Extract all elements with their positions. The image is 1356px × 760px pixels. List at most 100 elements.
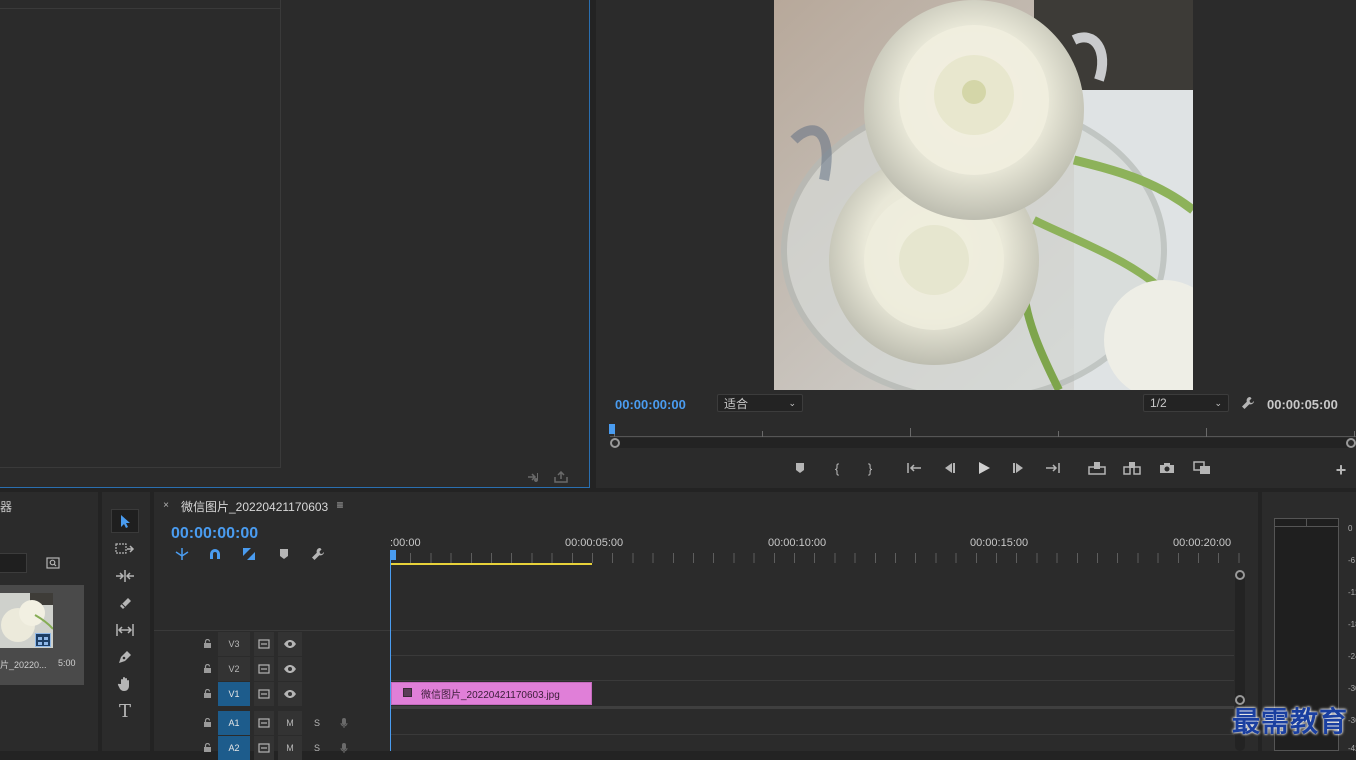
extract-icon[interactable] (1121, 459, 1143, 477)
track-select-tool-icon[interactable] (113, 538, 137, 560)
bin-search-icon[interactable] (44, 555, 62, 571)
ruler-label-0: :00:00 (390, 537, 421, 549)
meter-label: -30 (1348, 684, 1356, 693)
ruler-label-15: 00:00:15:00 (970, 537, 1029, 549)
eye-icon[interactable] (278, 657, 302, 681)
source-top-line (0, 8, 281, 9)
go-to-in-icon[interactable] (904, 459, 924, 477)
track-target-v3[interactable]: V3 (218, 632, 250, 656)
sync-lock-icon[interactable] (254, 711, 274, 735)
sync-lock-icon[interactable] (254, 657, 274, 681)
wrench-icon[interactable] (1239, 394, 1257, 412)
lift-icon[interactable] (1086, 459, 1108, 477)
close-icon[interactable]: × (160, 499, 172, 511)
track-target-v2[interactable]: V2 (218, 657, 250, 681)
resolution-value: 1/2 (1150, 396, 1167, 410)
program-playhead[interactable] (609, 424, 615, 434)
lock-icon[interactable] (200, 632, 214, 656)
lock-icon[interactable] (200, 711, 214, 735)
camera-icon[interactable] (1157, 459, 1177, 477)
scroll-handle-top[interactable] (1235, 570, 1245, 580)
lane-line-a1 (391, 734, 1234, 735)
project-search-input[interactable] (0, 553, 27, 573)
add-button-icon[interactable]: + (1332, 460, 1350, 480)
hand-tool-icon[interactable] (113, 673, 137, 695)
lane-line-v3 (391, 630, 1234, 631)
lock-icon[interactable] (200, 657, 214, 681)
sync-lock-icon[interactable] (254, 682, 274, 706)
go-to-out-icon[interactable] (1043, 459, 1063, 477)
meter-peak-left (1275, 519, 1307, 527)
sync-lock-icon[interactable] (254, 736, 274, 760)
compare-view-icon[interactable] (1191, 459, 1213, 477)
eye-icon[interactable] (278, 632, 302, 656)
type-tool-icon[interactable]: T (113, 700, 137, 722)
meter-label: -6 (1348, 556, 1356, 565)
solo-button[interactable]: S (306, 711, 328, 735)
zoom-handle-left[interactable] (610, 438, 620, 448)
microphone-icon[interactable] (334, 711, 354, 735)
lane-line-v1 (391, 680, 1234, 681)
ripple-edit-tool-icon[interactable] (113, 565, 137, 587)
meter-label: -18 (1348, 620, 1356, 629)
mark-out-icon[interactable]: } (861, 459, 879, 477)
meter-label: -24 (1348, 652, 1356, 661)
still-image-badge-icon (35, 633, 51, 647)
mute-button[interactable]: M (278, 711, 302, 735)
zoom-scrollbar[interactable] (610, 438, 1356, 448)
ruler-label-5: 00:00:05:00 (565, 537, 624, 549)
track-target-v1[interactable]: V1 (218, 682, 250, 706)
in-out-range-bar[interactable] (390, 563, 592, 565)
source-panel (0, 0, 590, 488)
timeline-panel: × 微信图片_20220421170603 ≡ 00:00:00:00 :00:… (154, 492, 1258, 760)
video-audio-divider (391, 706, 1234, 709)
razor-tool-icon[interactable] (113, 592, 137, 614)
timeline-settings-wrench-icon[interactable] (310, 546, 326, 562)
meter-label: -12 (1348, 588, 1356, 597)
resolution-dropdown[interactable]: 1/2 ⌄ (1143, 394, 1229, 412)
eye-icon[interactable] (278, 682, 302, 706)
timeline-ruler[interactable]: :00:00 00:00:05:00 00:00:10:00 00:00:15:… (390, 532, 1258, 566)
snap-magnet-icon[interactable] (207, 546, 223, 562)
track-content-area[interactable]: 微信图片_20220421170603.jpg (391, 570, 1234, 751)
timeline-current-time[interactable]: 00:00:00:00 (171, 525, 258, 543)
track-target-a1[interactable]: A1 (218, 711, 250, 735)
timeline-marker-icon[interactable] (276, 546, 292, 562)
mark-in-icon[interactable]: { (828, 459, 846, 477)
export-icon[interactable] (552, 470, 570, 484)
solo-button[interactable]: S (306, 736, 328, 760)
fit-value: 适合 (724, 396, 749, 411)
mute-button[interactable]: M (278, 736, 302, 760)
ruler-label-10: 00:00:10:00 (768, 537, 827, 549)
selection-tool-icon[interactable] (111, 509, 139, 533)
step-back-icon[interactable] (940, 459, 958, 477)
zoom-handle-right[interactable] (1346, 438, 1356, 448)
pen-tool-icon[interactable] (113, 646, 137, 668)
program-current-time[interactable]: 00:00:00:00 (615, 397, 686, 412)
add-marker-icon[interactable] (791, 459, 809, 477)
program-duration: 00:00:05:00 (1267, 397, 1338, 412)
insert-overwrite-icon[interactable] (174, 546, 190, 562)
track-target-a2[interactable]: A2 (218, 736, 250, 760)
microphone-icon[interactable] (334, 736, 354, 760)
fit-dropdown[interactable]: 适合 ⌄ (717, 394, 803, 412)
clip-name: 片_20220... (0, 660, 47, 670)
ruler-ticks (390, 553, 1258, 563)
project-clip-item[interactable]: 片_20220... 5:00 (0, 585, 84, 685)
panel-menu-icon[interactable]: ≡ (334, 498, 346, 512)
linked-selection-icon[interactable] (241, 546, 257, 562)
lock-icon[interactable] (200, 682, 214, 706)
program-mini-ruler[interactable] (609, 422, 1356, 438)
track-header-divider (154, 630, 390, 631)
play-icon[interactable] (974, 458, 994, 478)
lock-icon[interactable] (200, 736, 214, 760)
step-forward-icon[interactable] (1010, 459, 1028, 477)
sequence-tab-title[interactable]: 微信图片_20220421170603 (181, 498, 328, 515)
timeline-clip[interactable]: 微信图片_20220421170603.jpg (391, 682, 592, 705)
fx-badge-icon (403, 688, 412, 697)
slip-tool-icon[interactable] (113, 619, 137, 641)
insert-audio-icon[interactable] (526, 470, 544, 484)
program-video-frame (774, 0, 1193, 390)
clip-thumbnail (0, 593, 53, 648)
sync-lock-icon[interactable] (254, 632, 274, 656)
